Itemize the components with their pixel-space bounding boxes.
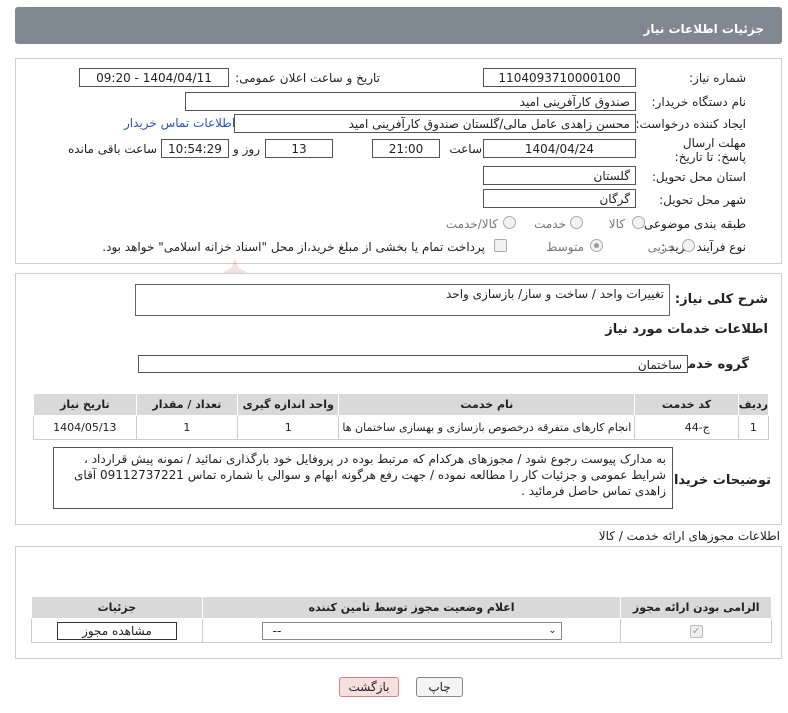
table-row: 1 ج-44 انجام کارهای متفرقه درخصوص بازساز… <box>33 415 770 440</box>
category-radio-both[interactable] <box>503 216 516 229</box>
required-checkbox[interactable]: ✓ <box>689 624 703 638</box>
page-header: جزئیات اطلاعات نیاز <box>15 7 782 44</box>
services-title: اطلاعات خدمات مورد نیاز <box>605 322 768 337</box>
summary-label: شرح کلی نیاز: <box>674 292 768 307</box>
category-option-both: کالا/خدمت <box>445 217 498 231</box>
process-option-medium: متوسط <box>546 240 584 254</box>
required-cell: ✓ <box>620 618 772 643</box>
cell-row: 1 <box>737 415 770 440</box>
info-panel <box>15 58 782 264</box>
col-date: تاریخ نیاز <box>33 393 137 416</box>
category-option-service: خدمت <box>534 217 566 231</box>
buyer-notes-field: به مدارک پیوست رجوع شود / مجوزهای هرکدام… <box>53 447 673 509</box>
need-no-field: 1104093710000100 <box>483 68 636 87</box>
category-radio-goods[interactable] <box>632 216 645 229</box>
col-status: اعلام وضعیت مجوز توسط تامین کننده <box>201 596 622 619</box>
buyer-org-label: نام دستگاه خریدار: <box>651 95 747 109</box>
remaining-field: 10:54:29 <box>161 139 229 158</box>
remaining-label: ساعت باقی مانده <box>67 142 157 156</box>
payment-note: پرداخت تمام یا بخشی از مبلغ خرید،از محل … <box>102 240 485 254</box>
permits-row: ✓ -- ⌄ مشاهده مجوز <box>31 618 772 643</box>
payment-checkbox[interactable] <box>494 239 507 252</box>
category-label: طبقه بندی موضوعی: <box>639 217 746 231</box>
cell-name: انجام کارهای متفرقه درخصوص بازسازی و بهس… <box>338 415 636 440</box>
process-radio-medium[interactable] <box>590 239 603 252</box>
group-field: ساختمان <box>138 355 688 373</box>
col-unit: واحد اندازه گیری <box>237 393 340 416</box>
days-label: روز و <box>233 142 260 156</box>
col-qty: تعداد / مقدار <box>135 393 239 416</box>
col-details: جزئیات <box>31 596 203 619</box>
chevron-down-icon: ⌄ <box>548 624 557 636</box>
services-table: ردیف کد خدمت نام خدمت واحد اندازه گیری ت… <box>33 393 770 440</box>
process-radio-minor[interactable] <box>682 239 695 252</box>
creator-field: محسن زاهدی عامل مالی/گلستان صندوق کارآفر… <box>234 114 636 133</box>
buyer-notes-label: توضیحات خریدار: <box>661 473 771 488</box>
need-no-label: شماره نیاز: <box>689 71 746 85</box>
days-field: 13 <box>265 139 333 158</box>
creator-label: ایجاد کننده درخواست: <box>635 117 746 131</box>
details-cell: مشاهده مجوز <box>31 618 203 643</box>
category-option-goods: کالا <box>608 217 625 231</box>
print-button[interactable]: چاپ <box>416 677 463 697</box>
announce-field: 1404/04/11 - 09:20 <box>79 68 229 87</box>
deadline-date-field: 1404/04/24 <box>483 139 636 158</box>
announce-label: تاریخ و ساعت اعلان عمومی: <box>235 71 380 85</box>
contact-link[interactable]: اطلاعات تماس خریدار <box>124 116 235 130</box>
city-label: شهر محل تحویل: <box>659 193 746 207</box>
permits-table: الزامی بودن ارائه مجوز اعلام وضعیت مجوز … <box>31 596 772 643</box>
page-title: جزئیات اطلاعات نیاز <box>643 22 764 36</box>
permits-table-header: الزامی بودن ارائه مجوز اعلام وضعیت مجوز … <box>31 596 772 619</box>
cell-date: 1404/05/13 <box>33 415 137 440</box>
cell-code: ج-44 <box>634 415 739 440</box>
province-label: استان محل تحویل: <box>651 170 746 184</box>
deadline-label: مهلت ارسال پاسخ: تا تاریخ: <box>674 136 746 164</box>
deadline-time-field: 21:00 <box>372 139 440 158</box>
cell-unit: 1 <box>237 415 340 440</box>
summary-field: تغییرات واحد / ساخت و ساز/ بازسازی واحد <box>135 284 670 316</box>
col-required: الزامی بودن ارائه مجوز <box>620 596 772 619</box>
cell-qty: 1 <box>135 415 239 440</box>
permit-status-value: -- <box>272 623 282 638</box>
buyer-org-field: صندوق کارآفرینی امید <box>185 92 636 111</box>
back-button[interactable]: بازگشت <box>339 677 399 697</box>
permit-status-select[interactable]: -- ⌄ <box>261 621 562 640</box>
services-table-header: ردیف کد خدمت نام خدمت واحد اندازه گیری ت… <box>33 393 770 416</box>
col-name: نام خدمت <box>338 393 636 416</box>
province-field: گلستان <box>483 166 636 185</box>
category-radio-service[interactable] <box>570 216 583 229</box>
col-row: ردیف <box>737 393 770 416</box>
permits-title: اطلاعات مجوزهای ارائه خدمت / کالا <box>598 529 780 543</box>
time-label: ساعت <box>449 142 482 156</box>
view-permit-button[interactable]: مشاهده مجوز <box>56 621 177 640</box>
col-code: کد خدمت <box>634 393 739 416</box>
process-option-minor: جزیی <box>647 240 675 254</box>
city-field: گرگان <box>483 189 636 208</box>
status-cell: -- ⌄ <box>201 618 622 643</box>
